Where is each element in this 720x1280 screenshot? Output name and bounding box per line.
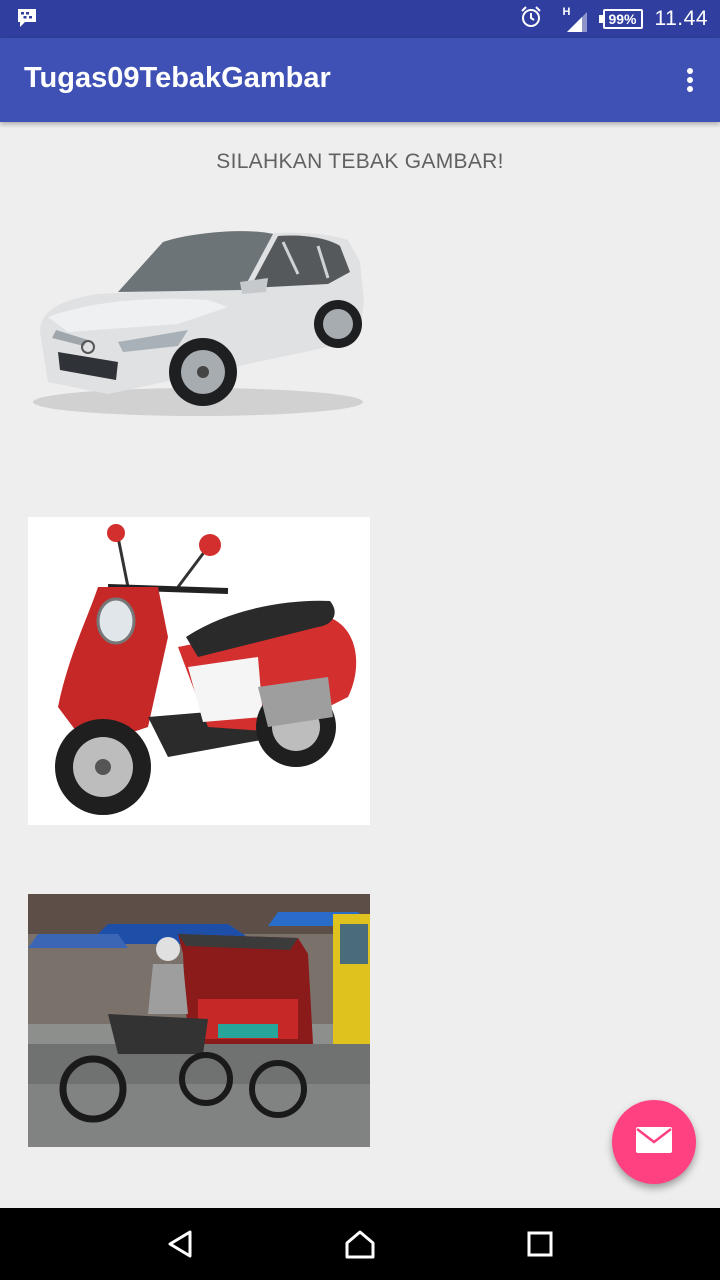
alarm-icon <box>519 5 543 33</box>
more-vert-icon[interactable] <box>678 64 702 96</box>
status-bar: H 99% 11.44 <box>0 0 720 38</box>
scooter-image <box>28 517 370 825</box>
battery-icon: 99% <box>598 9 643 29</box>
signal-icon: H <box>563 4 589 34</box>
becak-image <box>28 894 373 1147</box>
mail-fab-button[interactable] <box>612 1100 696 1184</box>
battery-percent: 99% <box>608 11 637 27</box>
prompt-text: SILAHKAN TEBAK GAMBAR! <box>216 150 504 173</box>
app-title: Tugas09TebakGambar <box>24 62 331 94</box>
clock: 11.44 <box>654 7 708 30</box>
navigation-bar <box>0 1208 720 1280</box>
recents-icon[interactable] <box>522 1226 558 1262</box>
home-icon[interactable] <box>342 1226 378 1262</box>
mail-icon <box>635 1126 673 1158</box>
car-image <box>28 212 370 427</box>
app-bar: Tugas09TebakGambar <box>0 38 720 122</box>
back-icon[interactable] <box>162 1226 198 1262</box>
bbm-icon <box>16 8 38 32</box>
